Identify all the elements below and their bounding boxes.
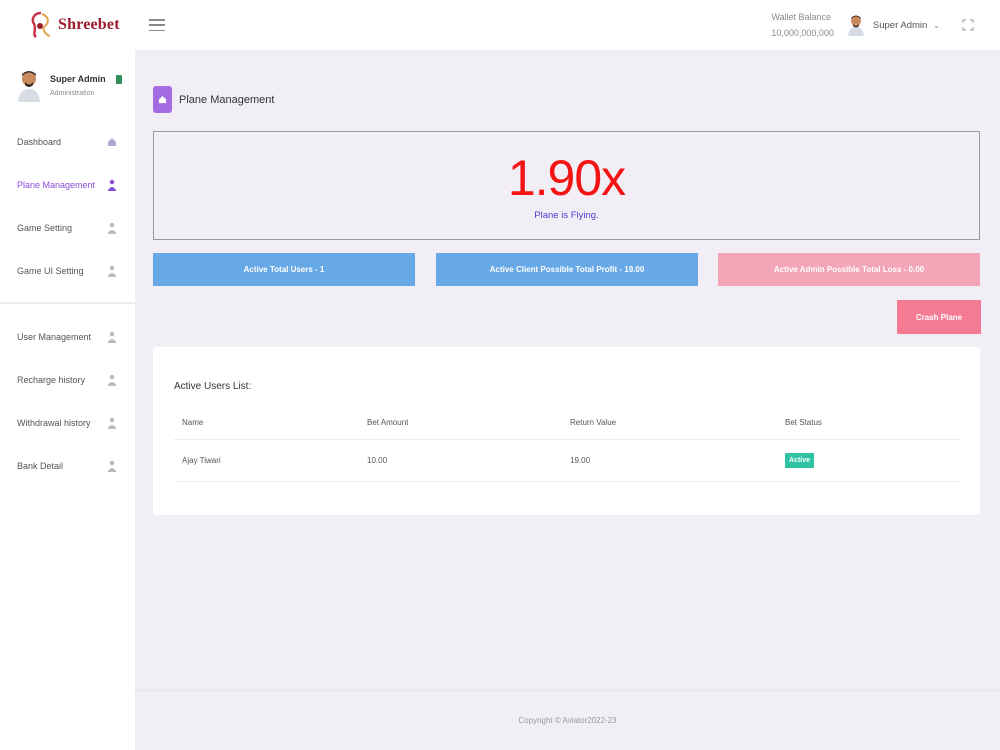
stat-client-profit: Active Client Possible Total Profit - 19… [436, 253, 698, 286]
cell-bet-amount: 10.00 [359, 439, 562, 482]
user-icon [108, 374, 116, 386]
home-icon [153, 86, 172, 113]
page-header: Plane Management [153, 86, 274, 113]
table-row: Ajay Tiwari 10.00 19.00 Active [174, 439, 959, 482]
wallet-balance: Wallet Balance 10,000,000,000 [771, 9, 834, 41]
sidebar-item-plane-management[interactable]: Plane Management [0, 163, 135, 206]
column-header-bet-amount: Bet Amount [359, 407, 562, 440]
copyright-text: Copyright © Aviator2022-23 [518, 716, 617, 725]
fullscreen-icon[interactable] [962, 19, 974, 31]
status-badge: Active [785, 452, 815, 468]
brand-logo-icon [31, 11, 51, 38]
user-icon [108, 417, 116, 429]
brand-logo[interactable]: Shreebet [0, 0, 135, 50]
sidebar-item-label: Recharge history [17, 374, 86, 385]
cell-bet-status: Active [777, 439, 959, 482]
sidebar-item-label: User Management [17, 331, 92, 342]
home-icon [108, 137, 116, 146]
sidebar-item-label: Withdrawal history [17, 417, 91, 428]
sidebar: Super Admin Administration Dashboard Pla… [0, 50, 135, 750]
profile-role: Administration [50, 89, 95, 97]
table-header-row: Name Bet Amount Return Value Bet Status [174, 407, 959, 440]
sidebar-item-bank-detail[interactable]: Bank Detail [0, 444, 135, 487]
sidebar-item-game-ui-setting[interactable]: Game UI Setting [0, 249, 135, 292]
column-header-bet-status: Bet Status [777, 407, 959, 440]
profile-name: Super Admin [50, 73, 106, 84]
sidebar-nav: Dashboard Plane Management Game Setting … [0, 120, 135, 487]
user-icon [108, 222, 116, 234]
flight-status: Plane is Flying. [534, 210, 599, 221]
multiplier-value: 1.90x [507, 150, 626, 206]
brand-name: Shreebet [58, 16, 120, 33]
sidebar-item-label: Plane Management [17, 179, 96, 190]
page-title: Plane Management [179, 93, 275, 106]
cell-name: Ajay Tiwari [174, 439, 359, 482]
top-bar: Shreebet Wallet Balance 10,000,000,000 S… [0, 0, 1000, 50]
sidebar-item-label: Bank Detail [17, 460, 64, 471]
sidebar-item-withdrawal-history[interactable]: Withdrawal history [0, 401, 135, 444]
crash-plane-button[interactable]: Crash Plane [897, 300, 981, 334]
active-users-card: Active Users List: Name Bet Amount Retur… [153, 347, 980, 515]
user-name: Super Admin [872, 19, 928, 31]
sidebar-item-recharge-history[interactable]: Recharge history [0, 358, 135, 401]
active-users-table: Name Bet Amount Return Value Bet Status … [174, 407, 959, 482]
sidebar-profile: Super Admin Administration [0, 50, 135, 120]
footer: Copyright © Aviator2022-23 [135, 690, 1000, 750]
hamburger-icon[interactable] [149, 19, 165, 31]
user-icon [108, 265, 116, 277]
wallet-label: Wallet Balance [771, 12, 832, 22]
stat-active-users: Active Total Users - 1 [153, 253, 415, 286]
cell-return-value: 19.00 [562, 439, 777, 482]
sidebar-item-label: Game Setting [17, 222, 73, 233]
wallet-value: 10,000,000,000 [771, 28, 834, 38]
avatar [18, 71, 40, 102]
user-menu-button[interactable]: Super Admin ⌄ [873, 20, 940, 31]
sidebar-item-game-setting[interactable]: Game Setting [0, 206, 135, 249]
sidebar-item-user-management[interactable]: User Management [0, 315, 135, 358]
section-title: Active Users List: [174, 381, 252, 392]
stat-admin-loss: Active Admin Possible Total Loss - 0.00 [718, 253, 980, 286]
multiplier-panel: 1.90x Plane is Flying. [153, 131, 980, 240]
sidebar-item-label: Game UI Setting [17, 265, 84, 276]
sidebar-item-label: Dashboard [17, 136, 62, 147]
sidebar-divider [0, 302, 135, 304]
avatar[interactable] [846, 14, 866, 36]
user-icon [108, 460, 116, 472]
column-header-return-value: Return Value [562, 407, 777, 440]
status-indicator [115, 74, 122, 84]
user-icon [108, 331, 116, 343]
main-content: Plane Management 1.90x Plane is Flying. … [135, 50, 1000, 690]
chevron-down-icon: ⌄ [933, 20, 940, 30]
column-header-name: Name [174, 407, 359, 440]
user-icon [108, 179, 116, 191]
sidebar-item-dashboard[interactable]: Dashboard [0, 120, 135, 163]
